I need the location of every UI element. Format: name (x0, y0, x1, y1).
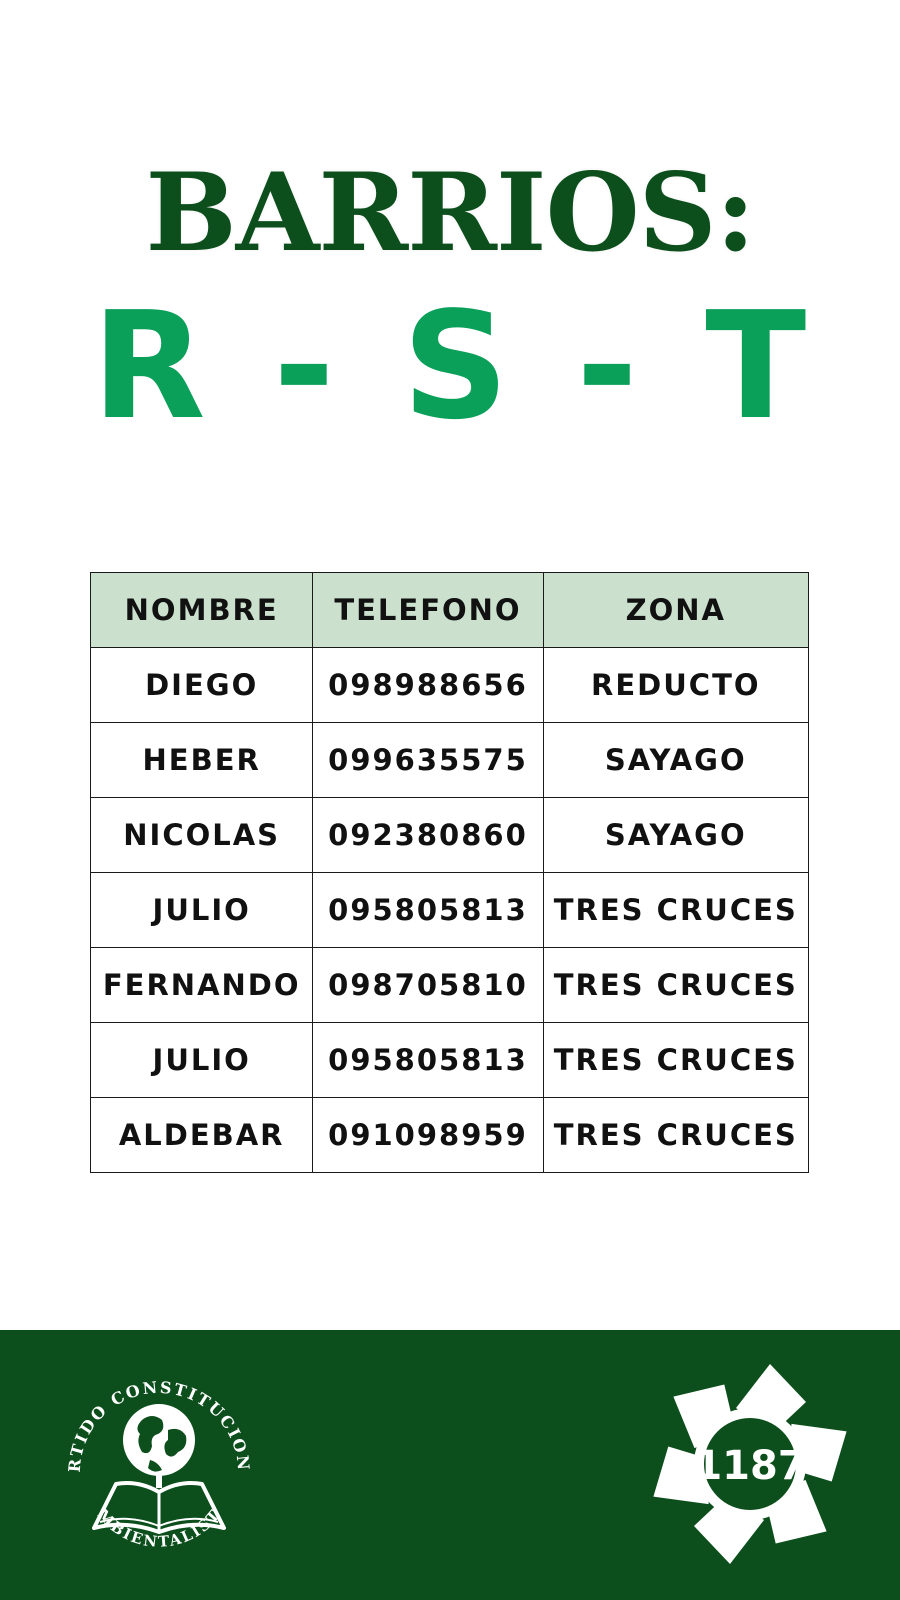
name-cell: JULIO (89, 872, 314, 948)
zone-cell: REDUCTO (542, 647, 810, 723)
name-cell: HEBER (89, 722, 314, 798)
table-row: HEBER 099635575 SAYAGO (89, 722, 810, 798)
party-seal-logo: PARTIDO CONSTITUCIONAL AMBIENTALISTA (54, 1360, 251, 1551)
table-row: FERNANDO 098705810 TRES CRUCES (89, 947, 810, 1023)
zone-cell: SAYAGO (542, 797, 810, 873)
page-title: BARRIOS: (145, 150, 755, 276)
zone-cell: TRES CRUCES (542, 872, 810, 948)
zone-cell: TRES CRUCES (542, 1022, 810, 1098)
phone-cell: 098988656 (312, 647, 544, 723)
phone-cell: 092380860 (312, 797, 544, 873)
zone-cell: SAYAGO (542, 722, 810, 798)
table-row: DIEGO 098988656 REDUCTO (89, 647, 810, 723)
name-cell: NICOLAS (89, 797, 314, 873)
contacts-table: NOMBRE TELEFONO ZONA DIEGO 098988656 RED… (89, 572, 810, 1173)
phone-cell: 098705810 (312, 947, 544, 1023)
phone-cell: 099635575 (312, 722, 544, 798)
name-cell: JULIO (89, 1022, 314, 1098)
list-number: 1187 (694, 1443, 805, 1489)
column-header-nombre: NOMBRE (89, 572, 314, 648)
phone-cell: 091098959 (312, 1097, 544, 1173)
name-cell: DIEGO (89, 647, 314, 723)
zone-cell: TRES CRUCES (542, 947, 810, 1023)
table-header-row: NOMBRE TELEFONO ZONA (89, 572, 810, 648)
table-row: JULIO 095805813 TRES CRUCES (89, 1022, 810, 1098)
table-row: NICOLAS 092380860 SAYAGO (89, 797, 810, 873)
column-header-zona: ZONA (542, 572, 810, 648)
table-row: JULIO 095805813 TRES CRUCES (89, 872, 810, 948)
phone-cell: 095805813 (312, 1022, 544, 1098)
zone-cell: TRES CRUCES (542, 1097, 810, 1173)
footer-band: PARTIDO CONSTITUCIONAL AMBIENTALISTA (0, 1330, 900, 1600)
name-cell: ALDEBAR (89, 1097, 314, 1173)
table-row: ALDEBAR 091098959 TRES CRUCES (89, 1097, 810, 1173)
phone-cell: 095805813 (312, 872, 544, 948)
list-number-logo: 1187 (653, 1364, 847, 1564)
column-header-telefono: TELEFONO (312, 572, 544, 648)
page-subtitle: R - S - T (91, 280, 809, 452)
name-cell: FERNANDO (89, 947, 314, 1023)
